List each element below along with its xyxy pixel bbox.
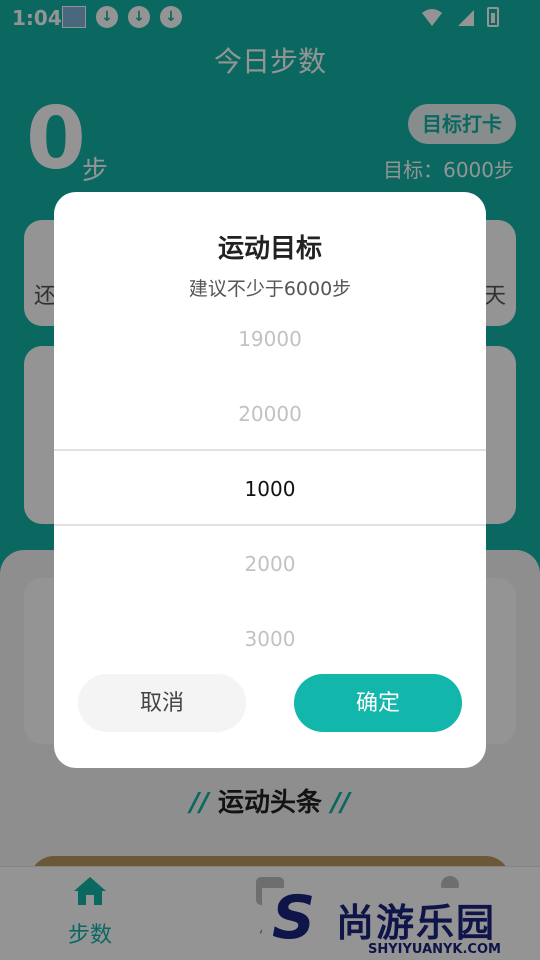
picker-option[interactable]: 19000: [54, 302, 486, 377]
picker-divider-bottom: [54, 524, 486, 526]
picker-option[interactable]: 20000: [54, 377, 486, 452]
picker-option[interactable]: 2000: [54, 527, 486, 602]
dialog-subtitle: 建议不少于6000步: [188, 278, 352, 300]
dialog-title: 运动目标: [217, 234, 322, 264]
picker-divider-top: [54, 449, 486, 451]
goal-picker[interactable]: 19000 20000 1000 2000 3000: [54, 302, 486, 662]
goal-dialog: 运动目标 建议不少于6000步 19000 20000 1000 2000 30…: [54, 192, 486, 768]
confirm-button[interactable]: 确定: [294, 674, 462, 732]
picker-option-selected[interactable]: 1000: [54, 452, 486, 527]
picker-option[interactable]: 3000: [54, 602, 486, 677]
cancel-button[interactable]: 取消: [78, 674, 246, 732]
